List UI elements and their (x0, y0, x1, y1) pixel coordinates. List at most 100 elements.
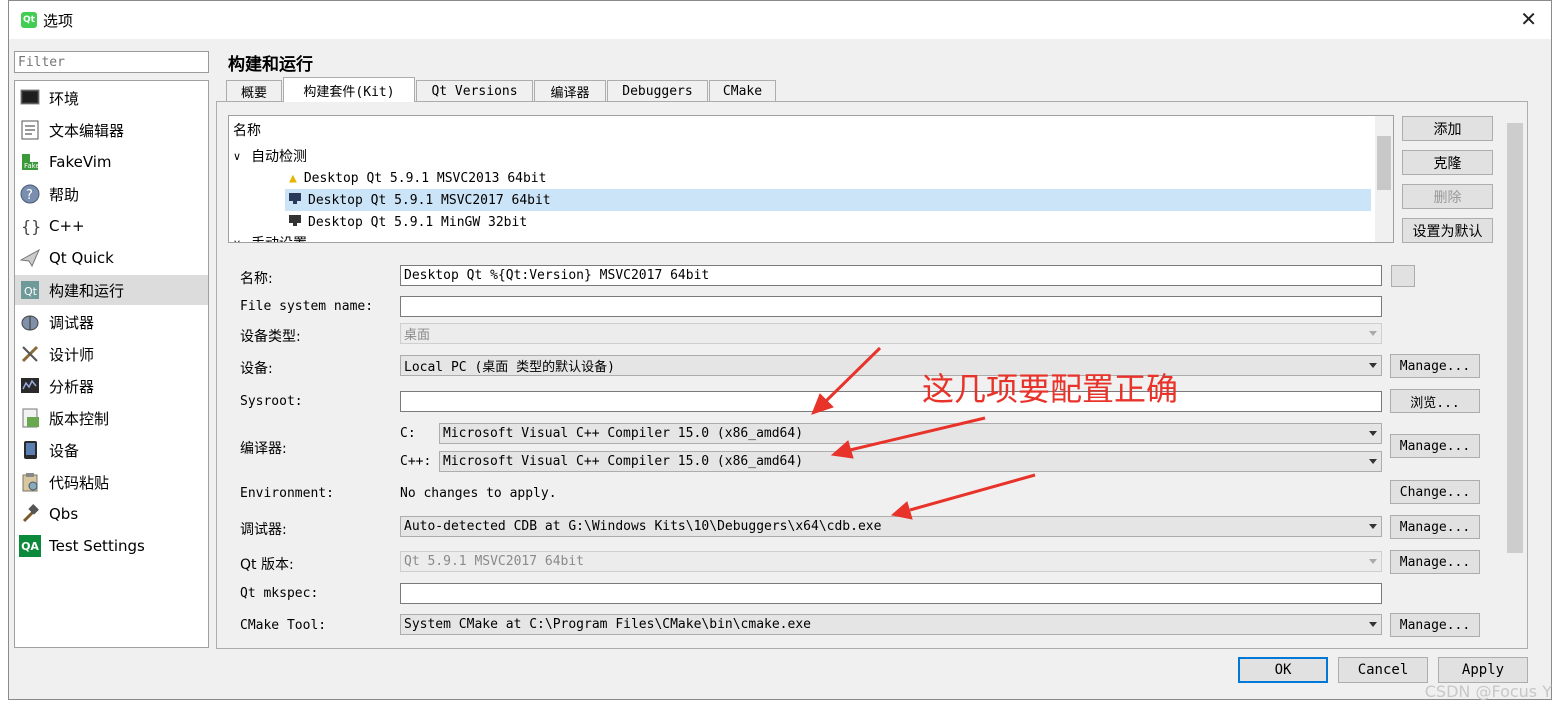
apply-button[interactable]: Apply (1438, 657, 1528, 683)
desktop-icon (289, 214, 301, 230)
cmake-manage-button[interactable]: Manage... (1390, 613, 1480, 637)
nav-label: 调试器 (49, 313, 95, 332)
remove-button[interactable]: 删除 (1402, 184, 1493, 209)
make-default-button[interactable]: 设置为默认 (1402, 218, 1493, 243)
filter-input[interactable] (14, 51, 209, 73)
scroll-thumb[interactable] (1377, 136, 1391, 190)
fakevim-icon: Fake (19, 151, 41, 173)
kit-item[interactable]: ▲ Desktop Qt 5.9.1 MSVC2013 64bit (289, 167, 546, 189)
ok-button[interactable]: OK (1238, 657, 1328, 683)
c-compiler-select[interactable]: Microsoft Visual C++ Compiler 15.0 (x86_… (439, 423, 1382, 444)
kit-icon-button[interactable] (1391, 265, 1415, 287)
device-label: 设备: (240, 361, 273, 377)
cmake-tool-select[interactable]: System CMake at C:\Program Files\CMake\b… (400, 614, 1382, 635)
nav-item-debugger[interactable]: 调试器 (15, 307, 208, 337)
tree-group-manual[interactable]: ∨ 手动设置 (233, 232, 307, 242)
debugger-icon (19, 311, 41, 333)
debugger-label: 调试器: (240, 522, 287, 538)
chevron-down-icon (1369, 559, 1377, 564)
nav-label: 文本编辑器 (49, 121, 125, 140)
form-scrollbar[interactable] (1506, 103, 1524, 645)
tab-kits[interactable]: 构建套件(Kit) (283, 77, 415, 102)
nav-label: Qt Quick (49, 249, 114, 267)
device-select[interactable]: Local PC (桌面 类型的默认设备) (400, 355, 1382, 376)
kit-item-selected[interactable]: Desktop Qt 5.9.1 MSVC2017 64bit (285, 189, 1371, 211)
device-type-select[interactable]: 桌面 (400, 323, 1382, 344)
sysroot-field[interactable] (400, 391, 1382, 412)
name-field[interactable]: Desktop Qt %{Qt:Version} MSVC2017 64bit (400, 265, 1382, 286)
title-bar: Qt 选项 ✕ (9, 1, 1551, 39)
nav-item-device[interactable]: 设备 (15, 435, 208, 465)
settings-category-list: 环境 文本编辑器 Fake FakeVim ? 帮助 {} C++ Qt Qui… (14, 80, 209, 648)
help-icon: ? (19, 183, 41, 205)
designer-icon (19, 343, 41, 365)
chevron-down-icon (1369, 431, 1377, 436)
c-compiler-value: Microsoft Visual C++ Compiler 15.0 (x86_… (443, 426, 804, 441)
svg-text:Qt: Qt (24, 285, 38, 298)
kit-item[interactable]: Desktop Qt 5.9.1 MinGW 32bit (289, 211, 527, 233)
code-paste-icon (19, 471, 41, 493)
nav-item-analyzer[interactable]: 分析器 (15, 371, 208, 401)
kit-tree: 名称 ∨ 自动检测 ▲ Desktop Qt 5.9.1 MSVC2013 64… (228, 115, 1394, 243)
qt-version-select[interactable]: Qt 5.9.1 MSVC2017 64bit (400, 551, 1382, 572)
warning-icon: ▲ (289, 170, 297, 186)
cancel-button[interactable]: Cancel (1338, 657, 1428, 683)
nav-item-version-control[interactable]: 版本控制 (15, 403, 208, 433)
debugger-value: Auto-detected CDB at G:\Windows Kits\10\… (404, 519, 882, 534)
debugger-select[interactable]: Auto-detected CDB at G:\Windows Kits\10\… (400, 516, 1382, 537)
chevron-down-icon (1369, 622, 1377, 627)
qt-version-manage-button[interactable]: Manage... (1390, 550, 1480, 574)
chevron-down-icon (1369, 331, 1377, 336)
nav-item-test-settings[interactable]: QA Test Settings (15, 531, 208, 561)
kit-label: Desktop Qt 5.9.1 MSVC2017 64bit (308, 192, 551, 208)
nav-item-environment[interactable]: 环境 (15, 83, 208, 113)
nav-label: 构建和运行 (49, 281, 125, 300)
tab-compilers[interactable]: 编译器 (534, 80, 606, 102)
nav-item-qbs[interactable]: Qbs (15, 499, 208, 529)
page-title: 构建和运行 (228, 55, 313, 75)
add-button[interactable]: 添加 (1402, 116, 1493, 141)
device-manage-button[interactable]: Manage... (1390, 354, 1480, 378)
compiler-manage-button[interactable]: Manage... (1390, 434, 1480, 458)
tree-group-auto[interactable]: ∨ 自动检测 (233, 145, 307, 167)
text-editor-icon (19, 119, 41, 141)
nav-item-code-paste[interactable]: 代码粘贴 (15, 467, 208, 497)
nav-label: 版本控制 (49, 409, 110, 428)
cpp-compiler-value: Microsoft Visual C++ Compiler 15.0 (x86_… (443, 454, 804, 469)
test-settings-icon: QA (19, 535, 41, 557)
compiler-label: 编译器: (240, 441, 287, 457)
nav-item-fakevim[interactable]: Fake FakeVim (15, 147, 208, 177)
nav-item-help[interactable]: ? 帮助 (15, 179, 208, 209)
cpp-compiler-select[interactable]: Microsoft Visual C++ Compiler 15.0 (x86_… (439, 451, 1382, 472)
tree-header-label: 名称 (233, 123, 261, 139)
debugger-manage-button[interactable]: Manage... (1390, 515, 1480, 539)
environment-change-button[interactable]: Change... (1390, 480, 1480, 504)
nav-label: C++ (49, 217, 85, 235)
chevron-down-icon (1369, 524, 1377, 529)
nav-item-designer[interactable]: 设计师 (15, 339, 208, 369)
nav-label: 分析器 (49, 377, 95, 396)
nav-label: 设计师 (49, 345, 95, 364)
clone-button[interactable]: 克隆 (1402, 150, 1493, 175)
mkspec-field[interactable] (400, 583, 1382, 604)
fs-name-label: File system name: (240, 299, 374, 314)
chevron-down-icon: ∨ (233, 149, 242, 163)
close-icon[interactable]: ✕ (1520, 7, 1537, 31)
browse-button[interactable]: 浏览... (1390, 389, 1480, 413)
monitor-icon (19, 87, 41, 109)
build-run-icon: Qt (19, 279, 41, 301)
tree-header: 名称 (233, 119, 261, 141)
device-type-label: 设备类型: (240, 329, 301, 345)
tab-overview[interactable]: 概要 (226, 80, 282, 102)
nav-item-cpp[interactable]: {} C++ (15, 211, 208, 241)
tab-debuggers[interactable]: Debuggers (607, 80, 708, 102)
nav-item-text-editor[interactable]: 文本编辑器 (15, 115, 208, 145)
fs-name-field[interactable] (400, 296, 1382, 317)
nav-item-build-run[interactable]: Qt 构建和运行 (15, 275, 208, 305)
tree-scrollbar[interactable] (1375, 116, 1393, 242)
nav-item-qt-quick[interactable]: Qt Quick (15, 243, 208, 273)
qbs-icon (19, 503, 41, 525)
scroll-thumb[interactable] (1507, 123, 1523, 553)
tab-cmake[interactable]: CMake (709, 80, 776, 102)
tab-qt-versions[interactable]: Qt Versions (416, 80, 533, 102)
